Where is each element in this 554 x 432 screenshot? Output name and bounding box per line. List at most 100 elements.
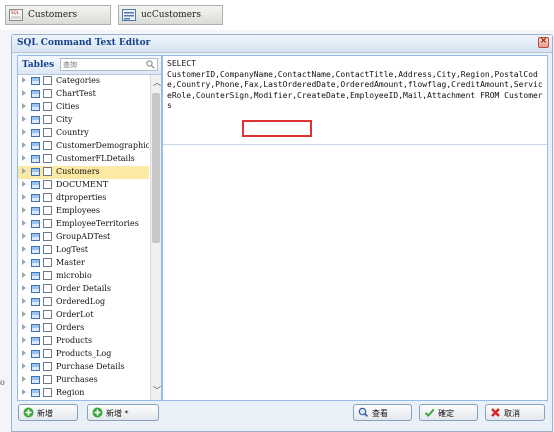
table-checkbox[interactable]	[43, 128, 52, 137]
dialog-title-bar[interactable]: SQL Command Text Editor ×	[12, 35, 552, 53]
sql-command-text[interactable]: SELECT CustomerID,CompanyName,ContactNam…	[167, 59, 545, 112]
table-tree-item[interactable]: City	[18, 114, 149, 127]
table-tree-item[interactable]: OrderLot	[18, 309, 149, 322]
expand-arrow-icon[interactable]	[22, 350, 26, 356]
expand-arrow-icon[interactable]	[22, 272, 26, 278]
table-checkbox[interactable]	[43, 154, 52, 163]
table-checkbox[interactable]	[43, 258, 52, 267]
table-checkbox[interactable]	[43, 193, 52, 202]
table-tree-item[interactable]: DOCUMENT	[18, 179, 149, 192]
table-checkbox[interactable]	[43, 180, 52, 189]
table-checkbox[interactable]	[43, 375, 52, 384]
table-tree-item[interactable]: Orders	[18, 322, 149, 335]
expand-arrow-icon[interactable]	[22, 103, 26, 109]
table-icon	[31, 116, 40, 124]
expand-arrow-icon[interactable]	[22, 155, 26, 161]
add-button[interactable]: 新增	[18, 404, 78, 421]
table-checkbox[interactable]	[43, 271, 52, 280]
table-checkbox[interactable]	[43, 388, 52, 397]
editor-divider	[163, 144, 547, 145]
expand-arrow-icon[interactable]	[22, 207, 26, 213]
doc-tab-customers[interactable]: SQL Customers	[5, 5, 111, 25]
cancel-button[interactable]: 取消	[485, 404, 545, 421]
table-checkbox[interactable]	[43, 89, 52, 98]
table-tree-item[interactable]: ChartTest	[18, 88, 149, 101]
table-search-input[interactable]	[63, 59, 143, 70]
view-button[interactable]: 查看	[353, 404, 412, 421]
table-tree-item[interactable]: CustomerDemographics	[18, 140, 149, 153]
expand-arrow-icon[interactable]	[22, 142, 26, 148]
table-tree-item[interactable]: Master	[18, 257, 149, 270]
table-checkbox[interactable]	[43, 245, 52, 254]
table-checkbox[interactable]	[43, 232, 52, 241]
expand-arrow-icon[interactable]	[22, 168, 26, 174]
table-checkbox[interactable]	[43, 206, 52, 215]
expand-arrow-icon[interactable]	[22, 246, 26, 252]
table-checkbox[interactable]	[43, 141, 52, 150]
expand-arrow-icon[interactable]	[22, 181, 26, 187]
table-icon	[31, 311, 40, 319]
table-tree-item[interactable]: dtproperties	[18, 192, 149, 205]
table-checkbox[interactable]	[43, 167, 52, 176]
close-button[interactable]: ×	[538, 36, 549, 48]
table-checkbox[interactable]	[43, 323, 52, 332]
sql-text-editor[interactable]: SELECT CustomerID,CompanyName,ContactNam…	[162, 55, 548, 401]
table-tree-item[interactable]: LogTest	[18, 244, 149, 257]
expand-arrow-icon[interactable]	[22, 389, 26, 395]
table-name-label: Purchase Details	[56, 362, 125, 371]
expand-arrow-icon[interactable]	[22, 298, 26, 304]
expand-arrow-icon[interactable]	[22, 337, 26, 343]
table-name-label: microbio	[56, 271, 92, 280]
table-tree-item[interactable]: CustomerFLDetails	[18, 153, 149, 166]
expand-arrow-icon[interactable]	[22, 116, 26, 122]
expand-arrow-icon[interactable]	[22, 129, 26, 135]
table-checkbox[interactable]	[43, 362, 52, 371]
expand-arrow-icon[interactable]	[22, 363, 26, 369]
scroll-up-icon[interactable]: ︿	[153, 79, 161, 87]
table-checkbox[interactable]	[43, 336, 52, 345]
table-checkbox[interactable]	[43, 76, 52, 85]
table-tree-item[interactable]: Region	[18, 387, 149, 400]
table-checkbox[interactable]	[43, 102, 52, 111]
table-tree-item[interactable]: Order Details	[18, 283, 149, 296]
table-checkbox[interactable]	[43, 115, 52, 124]
table-tree-item[interactable]: Cities	[18, 101, 149, 114]
add-star-button[interactable]: 新增 *	[87, 404, 159, 421]
expand-arrow-icon[interactable]	[22, 376, 26, 382]
doc-tab-uccustomers[interactable]: ucCustomers	[118, 5, 223, 25]
expand-arrow-icon[interactable]	[22, 311, 26, 317]
table-tree-item[interactable]: Employees	[18, 205, 149, 218]
table-checkbox[interactable]	[43, 297, 52, 306]
table-tree-item[interactable]: GroupADTest	[18, 231, 149, 244]
tables-scrollbar[interactable]: ︿ ﹀	[150, 75, 161, 400]
table-tree-item[interactable]: microbio	[18, 270, 149, 283]
table-icon	[31, 324, 40, 332]
expand-arrow-icon[interactable]	[22, 324, 26, 330]
table-icon	[31, 259, 40, 267]
search-icon[interactable]	[146, 60, 155, 69]
expand-arrow-icon[interactable]	[22, 259, 26, 265]
table-tree-item[interactable]: Categories	[18, 75, 149, 88]
table-tree-item[interactable]: Products	[18, 335, 149, 348]
table-checkbox[interactable]	[43, 349, 52, 358]
table-tree-item[interactable]: Products_Log	[18, 348, 149, 361]
scroll-down-icon[interactable]: ﹀	[153, 387, 161, 395]
expand-arrow-icon[interactable]	[22, 285, 26, 291]
table-checkbox[interactable]	[43, 310, 52, 319]
table-tree-item[interactable]: EmployeeTerritories	[18, 218, 149, 231]
expand-arrow-icon[interactable]	[22, 90, 26, 96]
table-tree-item[interactable]: Purchases	[18, 374, 149, 387]
table-tree-item[interactable]: Customers	[18, 166, 149, 179]
expand-arrow-icon[interactable]	[22, 220, 26, 226]
expand-arrow-icon[interactable]	[22, 233, 26, 239]
table-tree-item[interactable]: OrderedLog	[18, 296, 149, 309]
expand-arrow-icon[interactable]	[22, 194, 26, 200]
table-search-box[interactable]	[60, 58, 158, 71]
table-tree-item[interactable]: Purchase Details	[18, 361, 149, 374]
ok-button[interactable]: 確定	[419, 404, 478, 421]
table-tree-item[interactable]: Country	[18, 127, 149, 140]
table-checkbox[interactable]	[43, 284, 52, 293]
expand-arrow-icon[interactable]	[22, 77, 26, 83]
table-checkbox[interactable]	[43, 219, 52, 228]
scrollbar-thumb[interactable]	[152, 93, 160, 243]
